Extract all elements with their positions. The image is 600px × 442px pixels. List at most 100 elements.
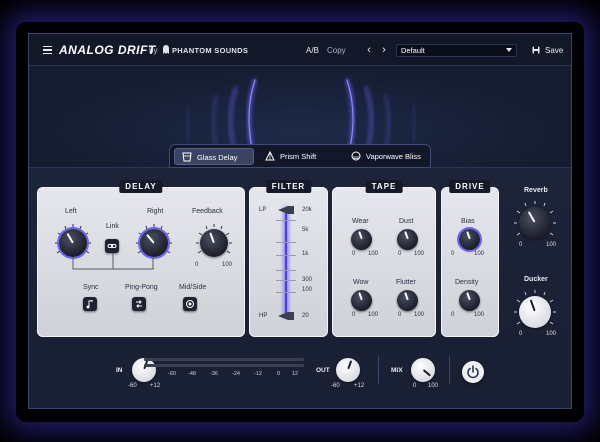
lp-handle[interactable] <box>277 205 295 215</box>
link-connector-lines <box>72 253 154 270</box>
filter-tick <box>276 255 296 256</box>
hp-label: HP <box>259 313 268 319</box>
drive-title: DRIVE <box>449 180 491 193</box>
wow-label: Wow <box>353 279 369 286</box>
wear-max: 100 <box>368 251 379 257</box>
preset-value: Default <box>401 46 425 55</box>
sync-label: Sync <box>83 284 99 291</box>
dust-min: 0 <box>398 251 402 257</box>
mix-max: 100 <box>428 383 439 389</box>
next-preset-icon[interactable]: › <box>378 43 390 57</box>
reverb-knob[interactable] <box>519 207 551 239</box>
flutter-max: 100 <box>414 312 425 318</box>
scale-300: 300 <box>302 277 313 283</box>
filter-tick <box>276 220 296 221</box>
bypass-button[interactable] <box>462 361 484 383</box>
left-label: Left <box>65 208 77 215</box>
delay-title: DELAY <box>119 180 163 193</box>
top-bar: ANALOG DRIFT by PHANTOM SOUNDS A/B Copy … <box>29 34 571 66</box>
meter-scale: -60 -48 -36 -24 -12 0 12 <box>144 371 304 380</box>
bias-knob[interactable] <box>459 229 480 250</box>
caret-down-icon <box>506 48 512 52</box>
filter-title: FILTER <box>265 180 312 193</box>
wear-knob[interactable] <box>351 229 372 250</box>
meter-tick: -60 <box>168 371 176 377</box>
wow-max: 100 <box>368 312 379 318</box>
reverb-label: Reverb <box>524 187 548 194</box>
midside-circles-icon <box>186 300 194 308</box>
meter-tick: -48 <box>188 371 196 377</box>
wear-label: Wear <box>352 218 369 225</box>
swap-arrows-icon <box>136 300 142 308</box>
feedback-knob[interactable] <box>200 229 228 257</box>
footer-divider <box>378 356 379 384</box>
density-label: Density <box>455 279 479 286</box>
menu-icon[interactable] <box>43 46 52 54</box>
output-gain-knob[interactable] <box>336 358 360 382</box>
preset-select[interactable]: Default <box>396 44 517 57</box>
lp-label: LP <box>259 207 267 213</box>
mix-knob[interactable] <box>411 358 435 382</box>
tab-vaporwave-bliss[interactable]: Vaporwave Bliss <box>344 148 428 165</box>
brand-name: PHANTOM SOUNDS <box>172 46 249 55</box>
save-button[interactable]: Save <box>545 46 563 55</box>
bias-label: Bias <box>461 218 475 225</box>
prism-icon <box>265 151 275 161</box>
filter-panel: FILTER LP HP 20k 5k 1k 300 100 20 <box>249 180 328 337</box>
density-knob[interactable] <box>459 290 480 311</box>
pingpong-button[interactable] <box>132 297 146 311</box>
filter-range-glow <box>285 208 287 316</box>
scale-100: 100 <box>302 287 313 293</box>
app-title: ANALOG DRIFT <box>59 43 156 57</box>
link-icon <box>107 244 117 248</box>
ab-toggle[interactable]: A/B <box>306 46 319 55</box>
flutter-knob[interactable] <box>397 290 418 311</box>
meter-tick: 0 <box>277 371 281 377</box>
copy-button[interactable]: Copy <box>327 46 346 55</box>
midside-label: Mid/Side <box>179 284 207 291</box>
flutter-label: Flutter <box>396 279 416 286</box>
save-icon[interactable] <box>532 46 540 54</box>
midside-button[interactable] <box>183 297 197 311</box>
feedback-min: 0 <box>195 262 199 268</box>
link-label: Link <box>106 223 119 230</box>
sun-icon <box>351 151 361 161</box>
filter-tick <box>276 270 296 271</box>
power-icon <box>467 365 479 379</box>
feedback-label: Feedback <box>192 208 223 215</box>
tab-glass-delay[interactable]: Glass Delay <box>174 148 254 165</box>
dust-knob[interactable] <box>397 229 418 250</box>
dust-label: Dust <box>399 218 414 225</box>
density-max: 100 <box>474 312 485 318</box>
scale-5k: 5k <box>302 227 309 233</box>
tab-label: Prism Shift <box>280 152 317 161</box>
tab-label: Glass Delay <box>197 153 238 162</box>
bias-min: 0 <box>451 251 455 257</box>
wow-min: 0 <box>352 312 356 318</box>
reverb-max: 100 <box>546 242 557 248</box>
prev-preset-icon[interactable]: ‹ <box>363 43 375 57</box>
ducker-label: Ducker <box>524 276 548 283</box>
ducker-max: 100 <box>546 331 557 337</box>
dust-max: 100 <box>414 251 425 257</box>
meter-bar-right <box>144 364 304 367</box>
tape-title: TAPE <box>365 180 403 193</box>
link-button[interactable] <box>105 239 119 253</box>
meter-tick: -24 <box>232 371 240 377</box>
glass-icon <box>182 152 192 162</box>
drive-panel: DRIVE Bias 0 100 Density 0 100 <box>441 180 499 337</box>
level-meter: -60 -48 -36 -24 -12 0 12 <box>144 358 304 386</box>
out-max: +12 <box>354 383 365 389</box>
wow-knob[interactable] <box>351 290 372 311</box>
by-label: by <box>149 46 158 55</box>
tape-panel: TAPE Wear 0 100 Dust 0 100 Wow 0 100 Flu… <box>332 180 436 337</box>
hp-handle[interactable] <box>277 311 295 321</box>
in-min: -60 <box>128 383 137 389</box>
scale-20: 20 <box>302 313 309 319</box>
meter-tick: 12 <box>292 371 299 377</box>
right-label: Right <box>147 208 164 215</box>
sync-button[interactable] <box>83 297 97 311</box>
tab-prism-shift[interactable]: Prism Shift <box>258 148 340 165</box>
flutter-min: 0 <box>398 312 402 318</box>
ducker-knob[interactable] <box>519 296 551 328</box>
